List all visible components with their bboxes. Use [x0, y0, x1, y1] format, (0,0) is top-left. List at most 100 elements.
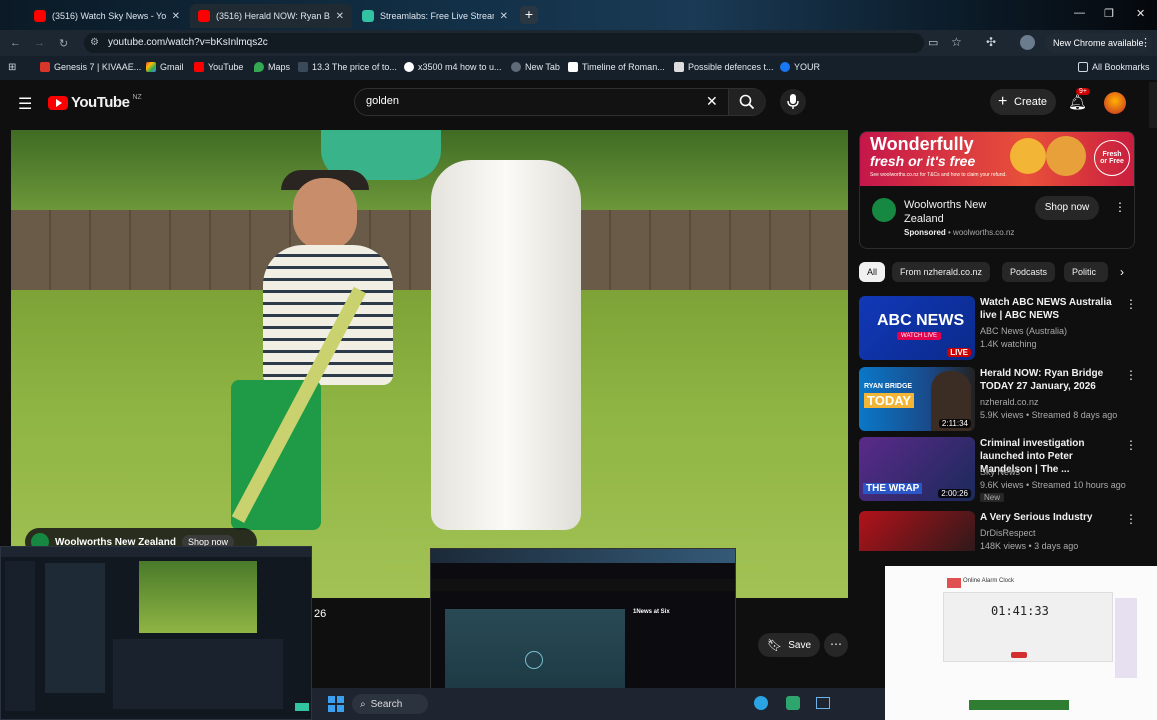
video-thumbnail[interactable]: THE WRAP 2:00:26: [859, 437, 975, 501]
list-item[interactable]: RYAN BRIDGE TODAY 2:11:34 Herald NOW: Ry…: [859, 367, 1137, 431]
tvnz-preview-window[interactable]: 1News at Six: [430, 548, 736, 708]
preview-sidebar: [5, 561, 35, 711]
clock-green-bar: [969, 700, 1069, 710]
video-menu-icon[interactable]: ⋮: [1125, 512, 1137, 526]
save-icon: 🔖︎: [767, 638, 783, 652]
list-item[interactable]: ABC NEWS WATCH LIVE LIVE Watch ABC NEWS …: [859, 296, 1137, 360]
bookmark-item[interactable]: 13.3 The price of to...: [298, 62, 397, 72]
bookmark-item[interactable]: YouTube: [194, 62, 243, 72]
youtube-icon: [198, 10, 210, 22]
more-actions-icon[interactable]: ⋯: [824, 633, 848, 657]
close-tab-icon[interactable]: ✕: [500, 11, 508, 22]
streamlabs-icon: [362, 10, 374, 22]
region-code: NZ: [132, 94, 142, 101]
ad-menu-icon[interactable]: ⋮: [1114, 200, 1126, 214]
bookmark-item[interactable]: New Tab: [511, 62, 560, 72]
video-menu-icon[interactable]: ⋮: [1125, 368, 1137, 382]
folder-icon: [1078, 62, 1088, 72]
bookmark-item[interactable]: Timeline of Roman...: [568, 62, 665, 72]
bookmark-item[interactable]: x3500 m4 how to u...: [404, 62, 502, 72]
ad-sponsored-line: Sponsored • woolworths.co.nz: [904, 228, 1015, 237]
telegram-icon[interactable]: [754, 696, 768, 710]
site-info-icon[interactable]: ⚙: [90, 37, 99, 48]
new-chrome-available-button[interactable]: New Chrome available: [1045, 33, 1152, 53]
close-window-icon[interactable]: ✕: [1136, 7, 1145, 20]
video-menu-icon[interactable]: ⋮: [1125, 438, 1137, 452]
create-button[interactable]: + Create: [990, 89, 1056, 115]
bookmark-item[interactable]: Possible defences t...: [674, 62, 774, 72]
list-item[interactable]: THE WRAP 2:00:26 Criminal investigation …: [859, 437, 1137, 507]
account-avatar[interactable]: [1104, 92, 1126, 114]
bookmark-star-icon[interactable]: ☆: [951, 35, 962, 49]
maximize-icon[interactable]: ❐: [1104, 7, 1114, 20]
back-icon[interactable]: ←: [10, 37, 21, 49]
chip-from-channel[interactable]: From nzherald.co.nz: [892, 262, 991, 282]
save-label: Save: [788, 639, 812, 651]
youtube-logo[interactable]: YouTube NZ: [48, 94, 142, 111]
bookmark-item[interactable]: Gmail: [146, 62, 184, 72]
tab-title: Streamlabs: Free Live Streamin: [380, 11, 494, 21]
chip-podcasts[interactable]: Podcasts: [1002, 262, 1056, 282]
video-thumbnail[interactable]: ABC NEWS WATCH LIVE LIVE: [859, 296, 975, 360]
search-query[interactable]: golden: [366, 95, 399, 107]
google-icon: [404, 62, 414, 72]
browser-tab[interactable]: (3516) Watch Sky News - YouTu ✕: [26, 4, 188, 28]
video-title[interactable]: Watch ABC NEWS Australia live | ABC NEWS: [980, 296, 1120, 322]
sponsored-label: Sponsored: [904, 228, 946, 237]
apps-grid-icon[interactable]: ⊞: [8, 62, 16, 73]
bookmark-item[interactable]: Maps: [254, 62, 290, 72]
window-app-icon[interactable]: [816, 697, 830, 709]
chips-next-icon[interactable]: ›: [1112, 262, 1132, 282]
video-menu-icon[interactable]: ⋮: [1125, 297, 1137, 311]
chip-all[interactable]: All: [859, 262, 886, 282]
close-tab-icon[interactable]: ✕: [172, 11, 180, 22]
video-thumbnail[interactable]: [859, 511, 975, 551]
ad-banner-fineprint: See woolworths.co.nz for T&Cs and how to…: [870, 172, 1007, 178]
video-thumbnail[interactable]: RYAN BRIDGE TODAY 2:11:34: [859, 367, 975, 431]
new-tab-button[interactable]: +: [520, 6, 538, 24]
cast-icon[interactable]: ▭: [928, 36, 938, 49]
extensions-icon[interactable]: ✣: [986, 35, 996, 49]
chip-politics[interactable]: Politic: [1064, 262, 1108, 282]
sponsored-ad-card[interactable]: Wonderfully fresh or it's free See woolw…: [859, 131, 1135, 249]
ad-banner[interactable]: Wonderfully fresh or it's free See woolw…: [860, 132, 1134, 186]
taskbar-search[interactable]: ⌕ Search: [352, 694, 428, 714]
microphone-icon: [787, 94, 799, 109]
all-bookmarks-button[interactable]: All Bookmarks: [1078, 62, 1150, 72]
hamburger-menu-icon[interactable]: ☰: [18, 94, 32, 114]
channel-name[interactable]: ABC News (Australia): [980, 325, 1067, 338]
url-text[interactable]: youtube.com/watch?v=bKsInlmqs2c: [108, 37, 268, 48]
ad-domain: woolworths.co.nz: [953, 228, 1015, 237]
notifications-bell-icon[interactable]: 🔔︎: [1068, 93, 1087, 111]
browser-tab[interactable]: Streamlabs: Free Live Streamin ✕: [354, 4, 516, 28]
shop-now-button[interactable]: Shop now: [1035, 196, 1099, 220]
badge-line1: Fresh: [1102, 151, 1122, 158]
search-input[interactable]: [354, 88, 766, 116]
channel-name[interactable]: nzherald.co.nz: [980, 396, 1039, 409]
browser-tab-active[interactable]: (3516) Herald NOW: Ryan Bridg ✕: [190, 4, 352, 28]
chrome-menu-icon[interactable]: ⋮: [1140, 36, 1151, 49]
search-button[interactable]: [728, 89, 766, 115]
page-scrollbar[interactable]: [1149, 82, 1157, 128]
save-button[interactable]: 🔖︎ Save: [758, 633, 820, 657]
forward-icon[interactable]: →: [34, 37, 45, 49]
voice-search-button[interactable]: [780, 89, 806, 115]
channel-name[interactable]: DrDisRespect: [980, 527, 1036, 540]
video-title[interactable]: Herald NOW: Ryan Bridge TODAY 27 January…: [980, 367, 1120, 393]
bookmark-item[interactable]: Genesis 7 | KIVAAE...: [40, 62, 141, 72]
windows-start-icon[interactable]: [328, 696, 344, 712]
list-item[interactable]: A Very Serious Industry DrDisRespect 148…: [859, 511, 1137, 551]
profile-avatar[interactable]: [1020, 35, 1035, 50]
app-icon[interactable]: [786, 696, 800, 710]
minimize-icon[interactable]: —: [1074, 7, 1085, 19]
streamlabs-preview-window[interactable]: [0, 546, 312, 720]
channel-name[interactable]: Sky News: [980, 466, 1020, 479]
bookmark-item[interactable]: YOUR: [780, 62, 820, 72]
video-title[interactable]: A Very Serious Industry: [980, 511, 1120, 524]
alarm-clock-window[interactable]: Online Alarm Clock 01:41:33: [885, 566, 1157, 720]
reload-icon[interactable]: ↻: [59, 37, 68, 50]
ad-banner-title: Wonderfully: [870, 134, 974, 154]
video-player[interactable]: Woolworths New Zealand Shop now: [11, 130, 848, 598]
close-tab-icon[interactable]: ✕: [336, 11, 344, 22]
clear-search-icon[interactable]: ✕: [706, 93, 718, 110]
